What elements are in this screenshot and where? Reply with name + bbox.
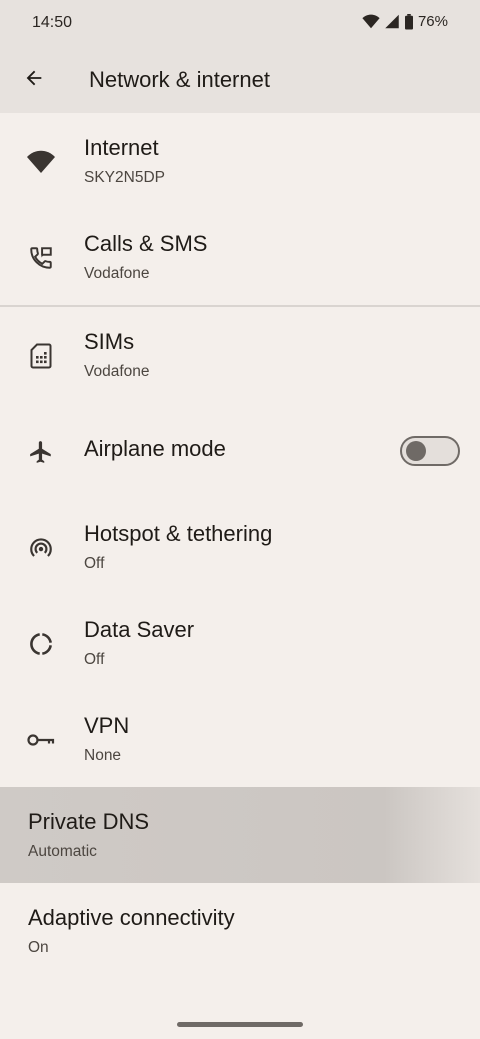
wifi-status-icon bbox=[362, 14, 380, 29]
adaptive-connectivity-title: Adaptive connectivity bbox=[28, 905, 235, 930]
data-saver-item[interactable]: Data Saver Off bbox=[0, 595, 480, 691]
adaptive-connectivity-subtitle: On bbox=[28, 939, 49, 956]
adaptive-connectivity-item[interactable]: Adaptive connectivity On bbox=[0, 883, 480, 979]
vpn-subtitle: None bbox=[84, 747, 122, 764]
battery-percent: 76% bbox=[417, 13, 448, 30]
hotspot-title: Hotspot & tethering bbox=[84, 521, 273, 546]
status-bar: 14:50 76% bbox=[0, 0, 480, 48]
data-saver-subtitle: Off bbox=[84, 651, 105, 668]
gesture-nav-handle[interactable] bbox=[177, 1022, 303, 1027]
sims-item[interactable]: SIMs Vodafone bbox=[0, 307, 480, 403]
airplane-mode-item[interactable]: Airplane mode bbox=[0, 403, 480, 499]
sims-subtitle: Vodafone bbox=[84, 363, 150, 380]
status-time: 14:50 bbox=[32, 14, 73, 31]
private-dns-item[interactable]: Private DNS Automatic bbox=[0, 787, 480, 883]
internet-item[interactable]: Internet SKY2N5DP bbox=[0, 113, 480, 209]
vpn-title: VPN bbox=[84, 713, 130, 738]
page-title: Network & internet bbox=[89, 67, 270, 92]
internet-subtitle: SKY2N5DP bbox=[84, 169, 165, 186]
app-bar: Network & internet bbox=[0, 48, 480, 113]
vpn-item[interactable]: VPN None bbox=[0, 691, 480, 787]
hotspot-subtitle: Off bbox=[84, 555, 105, 572]
calls-sms-title: Calls & SMS bbox=[84, 231, 208, 256]
toggle-knob bbox=[406, 441, 426, 461]
phone-message-icon bbox=[26, 243, 56, 273]
private-dns-title: Private DNS bbox=[28, 809, 150, 834]
hotspot-icon bbox=[26, 533, 56, 563]
cell-signal-icon bbox=[384, 14, 400, 29]
back-button[interactable] bbox=[14, 60, 54, 100]
airplane-mode-title: Airplane mode bbox=[84, 436, 226, 461]
sims-title: SIMs bbox=[84, 329, 135, 354]
hotspot-item[interactable]: Hotspot & tethering Off bbox=[0, 499, 480, 595]
internet-title: Internet bbox=[84, 135, 159, 160]
sim-card-icon bbox=[26, 341, 56, 371]
settings-list: Internet SKY2N5DP Calls & SMS Vodafone S… bbox=[0, 113, 480, 979]
key-icon bbox=[26, 725, 56, 755]
calls-sms-subtitle: Vodafone bbox=[84, 265, 150, 282]
airplane-icon bbox=[26, 437, 56, 467]
wifi-icon bbox=[26, 147, 56, 177]
data-saver-title: Data Saver bbox=[84, 617, 195, 642]
data-saver-icon bbox=[26, 629, 56, 659]
arrow-back-icon bbox=[23, 67, 45, 94]
airplane-mode-toggle[interactable] bbox=[400, 436, 460, 466]
calls-sms-item[interactable]: Calls & SMS Vodafone bbox=[0, 209, 480, 305]
private-dns-subtitle: Automatic bbox=[28, 843, 97, 860]
status-icons: 76% bbox=[362, 13, 448, 30]
battery-icon bbox=[404, 13, 414, 30]
